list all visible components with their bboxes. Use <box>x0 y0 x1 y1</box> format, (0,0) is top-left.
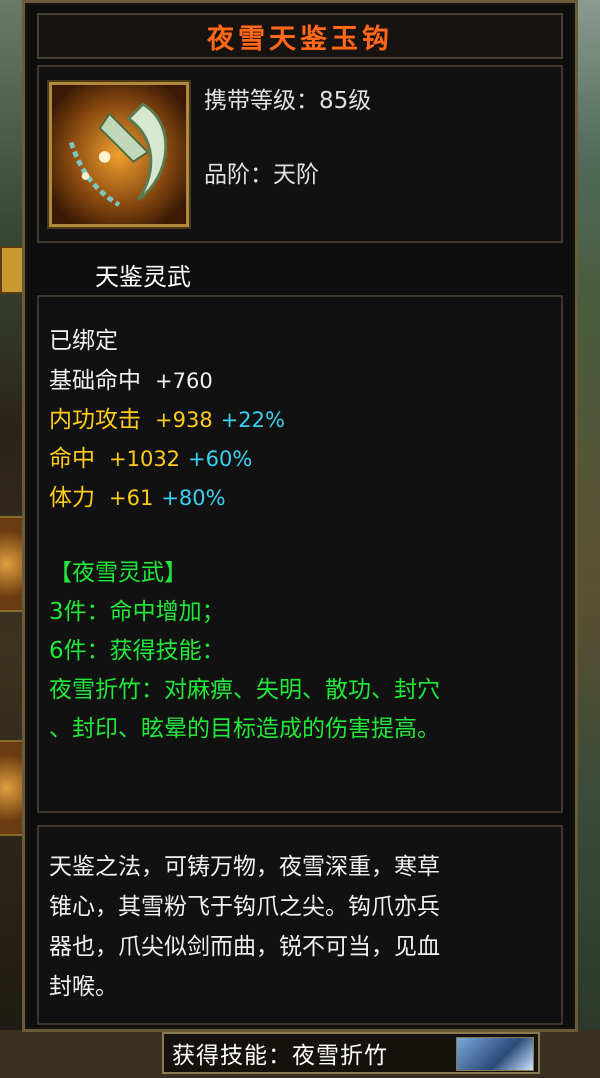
set-bonus-6: 6件：获得技能： <box>49 638 225 664</box>
item-name: 夜雪天鉴玉钩 <box>207 23 393 55</box>
description-line: 锥心，其雪粉飞于钩爪之尖。钩爪亦兵 <box>49 894 440 920</box>
item-grade: 品阶：天阶 <box>204 162 319 188</box>
description-line: 封喉。 <box>49 974 118 1000</box>
stat-value: +938 <box>155 408 213 432</box>
side-item-slot-2[interactable] <box>0 740 24 836</box>
stat-label: 体力 <box>49 485 95 511</box>
snow-bamboo-skill-icon[interactable] <box>456 1037 534 1071</box>
stat-line: 内功攻击 +938 +22% <box>49 400 285 434</box>
stat-label: 基础命中 <box>49 368 141 394</box>
stat-value: +1032 <box>109 447 181 471</box>
set-name: 【夜雪灵武】 <box>49 560 187 586</box>
stat-label: 内功攻击 <box>49 407 141 433</box>
description-line: 天鉴之法，可铸万物，夜雪深重，寒草 <box>49 854 440 880</box>
item-type: 天鉴灵武 <box>95 263 191 291</box>
set-skill-desc-2: 、封印、眩晕的目标造成的伤害提高。 <box>49 716 440 742</box>
stat-value: +61 <box>109 486 154 510</box>
stat-line: 体力 +61 +80% <box>49 478 226 512</box>
acquired-skill-label: 获得技能：夜雪折竹 <box>172 1043 388 1069</box>
acquired-skill-bar[interactable]: 获得技能：夜雪折竹 <box>162 1032 540 1074</box>
stat-line: 命中 +1032 +60% <box>49 439 252 473</box>
side-item-slot-1[interactable] <box>0 516 24 612</box>
stat-label: 命中 <box>49 446 95 472</box>
title-bar: 夜雪天鉴玉钩 <box>37 13 563 59</box>
set-skill-desc-1: 夜雪折竹：对麻痹、失明、散功、封穴 <box>49 677 440 703</box>
stat-value: +760 <box>155 369 213 393</box>
stat-percent: +80% <box>161 486 226 510</box>
carry-level: 携带等级：85级 <box>204 88 372 114</box>
item-tooltip: 夜雪天鉴玉钩 携带等级：85级 品阶：天阶 天鉴灵武 已绑定 基础命中 +760… <box>22 0 578 1032</box>
stat-percent: +60% <box>188 447 253 471</box>
attributes-panel: 已绑定 基础命中 +760 内功攻击 +938 +22% 命中 +1032 +60% 体力… <box>37 295 563 813</box>
set-bonus-3: 3件：命中增加； <box>49 599 225 625</box>
description-panel: 天鉴之法，可铸万物，夜雪深重，寒草 锥心，其雪粉飞于钩爪之尖。钩爪亦兵 器也，爪… <box>37 825 563 1025</box>
item-header: 携带等级：85级 品阶：天阶 <box>37 65 563 243</box>
stat-line: 基础命中 +760 <box>49 361 213 395</box>
stat-percent: +22% <box>220 408 285 432</box>
bound-status: 已绑定 <box>49 328 118 354</box>
jade-hook-weapon-icon <box>49 82 189 227</box>
description-line: 器也，爪尖似剑而曲，锐不可当，见血 <box>49 934 440 960</box>
